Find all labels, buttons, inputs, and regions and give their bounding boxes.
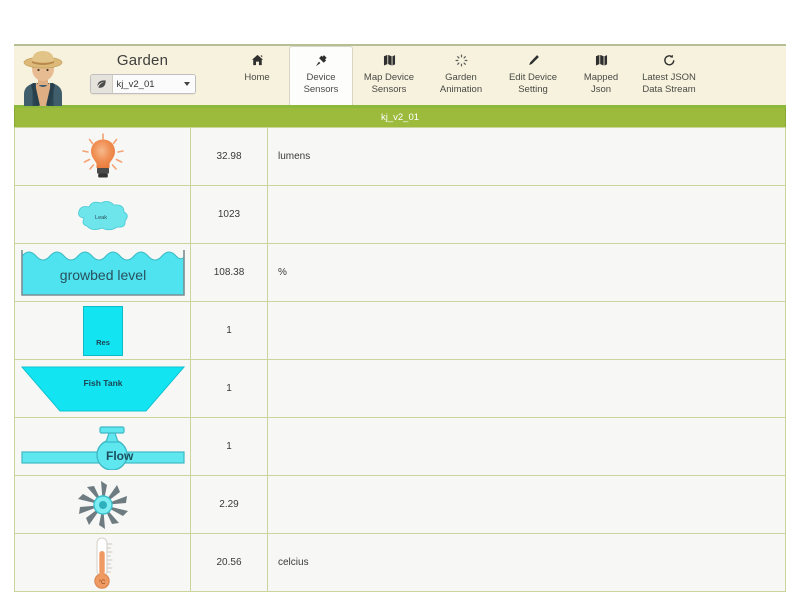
nav-item-latest-json-data-stream[interactable]: Latest JSON Data Stream — [633, 46, 705, 105]
sensor-unit: lumens — [267, 127, 786, 186]
sensor-icon-cell — [14, 127, 191, 186]
sensor-icon-cell: growbed level — [14, 243, 191, 302]
fish-tank-icon: Fish Tank — [20, 365, 186, 413]
sensor-value: 1 — [190, 359, 268, 418]
brand-area: Garden kj_v2_01 — [14, 46, 219, 107]
app-title: Garden — [116, 52, 169, 69]
brand-text: Garden kj_v2_01 — [66, 46, 219, 94]
nav-label-line2: Sensors — [371, 83, 407, 95]
reservoir-label: Res — [96, 337, 110, 347]
nav-label-line2: Setting — [518, 83, 548, 95]
sensor-icon-cell: Res — [14, 301, 191, 360]
main-nav: Home Device Sensors Map Device Sensors G… — [219, 46, 786, 105]
sensor-icon-cell: Flow — [14, 417, 191, 476]
farmer-avatar — [20, 48, 66, 107]
device-select[interactable]: kj_v2_01 — [89, 74, 196, 94]
sensor-value: 108.38 — [190, 243, 268, 302]
chevron-down-icon — [183, 82, 190, 86]
device-title-bar: kj_v2_01 — [14, 108, 786, 127]
map-icon — [572, 54, 630, 69]
nav-label-line2: Sensors — [303, 83, 339, 95]
sensor-value: 20.56 — [190, 533, 268, 592]
table-row[interactable]: growbed level 108.38 % — [14, 243, 786, 302]
garden-app: Garden kj_v2_01 Home Device Sensors Map … — [14, 44, 786, 593]
sensor-icon-cell — [14, 475, 191, 534]
device-select-box[interactable]: kj_v2_01 — [112, 75, 195, 93]
nav-item-home[interactable]: Home — [225, 46, 289, 105]
sensor-value: 1 — [190, 417, 268, 476]
nav-item-map-device-sensors[interactable]: Map Device Sensors — [353, 46, 425, 105]
sensor-icon-cell: Leak — [14, 185, 191, 244]
impeller-icon — [77, 480, 129, 530]
nav-label-line2: Data Stream — [642, 83, 696, 95]
table-row[interactable]: Fish Tank 1 — [14, 359, 786, 418]
svg-text:°C: °C — [99, 580, 106, 586]
nav-label-line1: Map Device — [363, 72, 415, 83]
sensor-value: 1023 — [190, 185, 268, 244]
fish-tank-label: Fish Tank — [83, 377, 123, 388]
nav-item-edit-device-setting[interactable]: Edit Device Setting — [497, 46, 569, 105]
sensor-table: 32.98 lumens Leak 1023 growbed level 108… — [14, 127, 786, 592]
reservoir-icon: Res — [83, 305, 123, 356]
history-icon — [636, 54, 702, 69]
growbed-tank-icon: growbed level — [20, 248, 186, 298]
leaf-icon — [90, 75, 113, 93]
nav-item-device-sensors[interactable]: Device Sensors — [289, 46, 353, 105]
map-icon — [356, 54, 422, 69]
home-icon — [228, 54, 286, 69]
nav-label-line1: Latest JSON — [642, 72, 696, 83]
pencil-icon — [500, 54, 566, 69]
sensor-value: 32.98 — [190, 127, 268, 186]
nav-label-line1: Edit Device — [508, 72, 558, 83]
table-row[interactable]: Res 1 — [14, 301, 786, 360]
app-header: Garden kj_v2_01 Home Device Sensors Map … — [14, 44, 786, 108]
sun-icon — [428, 54, 494, 69]
device-title: kj_v2_01 — [380, 112, 420, 123]
nav-label-line1: Device — [306, 72, 336, 83]
growbed-label: growbed level — [59, 266, 147, 283]
leak-cloud-icon: Leak — [72, 198, 134, 232]
nav-label-line1: Garden — [445, 72, 477, 83]
leak-label: Leak — [95, 214, 107, 221]
sensor-unit: % — [267, 243, 786, 302]
sensor-unit: celcius — [267, 533, 786, 592]
nav-label-line1: Home — [244, 72, 270, 83]
sensor-unit — [267, 301, 786, 360]
nav-item-garden-animation[interactable]: Garden Animation — [425, 46, 497, 105]
nav-label-line1: Mapped — [583, 72, 619, 83]
table-row[interactable]: 32.98 lumens — [14, 127, 786, 186]
table-row[interactable]: Leak 1023 — [14, 185, 786, 244]
sensor-unit — [267, 475, 786, 534]
nav-label-line2: Json — [590, 83, 612, 95]
table-row[interactable]: Flow 1 — [14, 417, 786, 476]
sensor-value: 1 — [190, 301, 268, 360]
nav-item-mapped-json[interactable]: Mapped Json — [569, 46, 633, 105]
flow-valve-icon: Flow — [20, 424, 186, 471]
table-row[interactable]: 2.29 — [14, 475, 786, 534]
flow-label: Flow — [106, 448, 134, 463]
device-select-value: kj_v2_01 — [116, 78, 155, 90]
sensor-value: 2.29 — [190, 475, 268, 534]
sensor-icon-cell: °C — [14, 533, 191, 592]
light-bulb-icon — [80, 132, 126, 181]
sensor-unit — [267, 417, 786, 476]
thermometer-icon: °C — [88, 536, 118, 589]
table-row[interactable]: °C 20.56 celcius — [14, 533, 786, 592]
nav-label-line2: Animation — [439, 83, 483, 95]
sensor-icon-cell: Fish Tank — [14, 359, 191, 418]
plug-icon — [292, 54, 350, 69]
sensor-unit — [267, 359, 786, 418]
sensor-unit — [267, 185, 786, 244]
